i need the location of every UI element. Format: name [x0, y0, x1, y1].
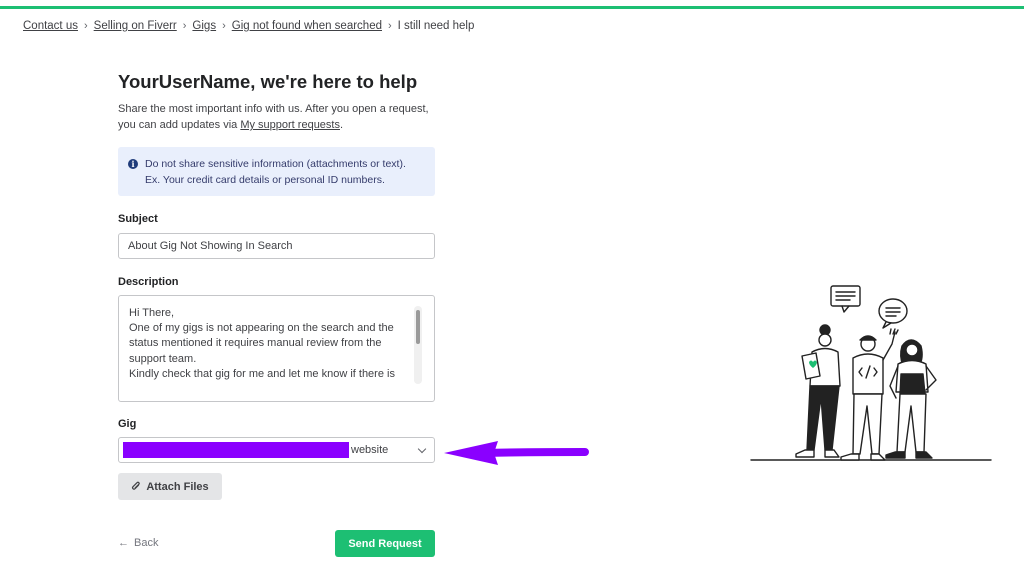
- notice-line-1: Do not share sensitive information (atta…: [145, 158, 406, 170]
- breadcrumb-current: I still need help: [397, 20, 475, 32]
- intro-text-end: .: [339, 119, 344, 131]
- support-team-illustration: [750, 285, 992, 461]
- send-request-button[interactable]: Send Request: [335, 530, 435, 557]
- notice-line-2: Ex. Your credit card details or personal…: [145, 174, 385, 186]
- redacted-gig-title: [123, 442, 349, 458]
- subject-label: Subject: [118, 213, 158, 225]
- gig-select-value: website: [351, 444, 389, 456]
- breadcrumb-selling-on-fiverr[interactable]: Selling on Fiverr: [94, 20, 177, 32]
- annotation-arrow-icon: [444, 441, 589, 465]
- subject-input[interactable]: About Gig Not Showing In Search: [118, 233, 435, 259]
- attach-files-button[interactable]: Attach Files: [118, 473, 222, 500]
- info-icon: i: [128, 159, 138, 169]
- chevron-down-icon: [417, 444, 427, 454]
- gig-label: Gig: [118, 418, 137, 430]
- description-scrollbar[interactable]: [414, 306, 422, 384]
- top-accent-bar: [0, 6, 1024, 9]
- back-label: Back: [134, 537, 159, 549]
- paperclip-icon: [132, 481, 141, 490]
- breadcrumb-contact-us[interactable]: Contact us: [23, 20, 78, 32]
- sensitive-info-notice: i Do not share sensitive information (at…: [118, 147, 435, 196]
- description-label: Description: [118, 276, 179, 288]
- breadcrumb: Contact us › Selling on Fiverr › Gigs › …: [23, 20, 474, 32]
- chevron-right-icon: ›: [182, 20, 187, 32]
- intro-text: Share the most important info with us. A…: [118, 101, 448, 133]
- my-support-requests-link[interactable]: My support requests: [240, 119, 340, 131]
- description-textarea[interactable]: Hi There, One of my gigs is not appearin…: [118, 295, 435, 402]
- chevron-right-icon: ›: [83, 20, 88, 32]
- breadcrumb-gigs[interactable]: Gigs: [192, 20, 216, 32]
- scrollbar-thumb[interactable]: [416, 310, 420, 344]
- chevron-right-icon: ›: [388, 20, 392, 32]
- page-title: YourUserName, we're here to help: [118, 71, 418, 92]
- gig-select[interactable]: website: [118, 437, 435, 463]
- chevron-right-icon: ›: [222, 20, 226, 32]
- attach-files-label: Attach Files: [146, 480, 209, 493]
- arrow-left-icon: ←: [118, 537, 129, 549]
- back-link[interactable]: ← Back: [118, 537, 158, 549]
- breadcrumb-gig-not-found[interactable]: Gig not found when searched: [232, 20, 382, 32]
